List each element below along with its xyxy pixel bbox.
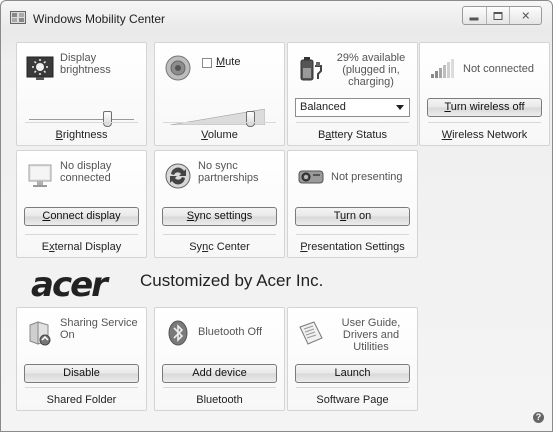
external-display-caption: External Display xyxy=(25,234,138,253)
power-plan-value: Balanced xyxy=(300,101,346,113)
sync-caption-text: c Center xyxy=(208,241,250,253)
customized-by-text: Customized by Acer Inc. xyxy=(140,271,324,290)
presentation-caption: Presentation Settings xyxy=(296,234,409,253)
mobility-center-icon xyxy=(10,11,26,24)
maximize-icon xyxy=(493,11,503,20)
volume-caption-text: olume xyxy=(207,129,238,141)
shared-folder-status: Sharing Service On xyxy=(60,317,138,341)
sync-icon xyxy=(165,163,191,189)
acer-logo: acer xyxy=(31,265,108,305)
minimize-button[interactable] xyxy=(463,7,487,24)
wireless-accel: W xyxy=(441,129,453,141)
sync-settings-button[interactable]: Sync settings xyxy=(162,207,277,226)
brightness-status: Display brightness xyxy=(60,52,111,76)
bluetooth-caption: Bluetooth xyxy=(163,387,276,406)
turn-on-button[interactable]: Turn on xyxy=(295,207,410,226)
projector-icon xyxy=(298,170,324,184)
launch-button[interactable]: Launch xyxy=(295,364,410,383)
tile-battery: 29% available (plugged in, charging) Bal… xyxy=(287,42,418,146)
maximize-button[interactable] xyxy=(487,7,511,24)
monitor-icon xyxy=(28,164,52,187)
bluetooth-icon xyxy=(168,320,188,346)
caption-buttons: ✕ xyxy=(462,6,542,25)
window-title: Windows Mobility Center xyxy=(33,12,166,26)
close-icon: ✕ xyxy=(521,10,531,22)
tile-volume: Mute Volume xyxy=(154,42,285,146)
add-device-button[interactable]: Add device xyxy=(162,364,277,383)
speaker-icon xyxy=(165,55,191,81)
connect-display-button[interactable]: Connect display xyxy=(24,207,139,226)
shared-folder-icon xyxy=(29,321,51,346)
battery-status: 29% available (plugged in, charging) xyxy=(336,52,406,88)
presentation-accel: P xyxy=(300,241,308,253)
wireless-status: Not connected xyxy=(463,63,534,75)
close-button[interactable]: ✕ xyxy=(510,7,541,24)
brightness-icon xyxy=(26,56,54,80)
tile-external-display: No display connected Connect display Ext… xyxy=(16,150,147,258)
brightness-caption-text: rightness xyxy=(62,129,108,141)
signal-bars-icon xyxy=(431,59,454,78)
mute-accel: M xyxy=(216,56,226,68)
tile-brightness: Display brightness Brightness xyxy=(16,42,147,146)
brightness-accel: B xyxy=(55,129,63,141)
battery-caption: Battery Status xyxy=(296,122,409,141)
sync-caption-prefix: Sy xyxy=(189,241,203,253)
bluetooth-status: Bluetooth Off xyxy=(198,326,263,338)
external-display-caption-prefix: E xyxy=(41,241,50,253)
wireless-button-text: urn wireless off xyxy=(450,101,525,113)
power-plan-dropdown[interactable]: Balanced xyxy=(295,98,410,117)
volume-accel: V xyxy=(201,129,208,141)
tile-shared-folder: Sharing Service On Disable Shared Folder xyxy=(16,307,147,411)
tile-bluetooth: Bluetooth Off Add device Bluetooth xyxy=(154,307,285,411)
presentation-caption-text: resentation Settings xyxy=(307,241,405,253)
connect-display-text: onnect display xyxy=(50,210,121,222)
shared-folder-caption: Shared Folder xyxy=(25,387,138,406)
minimize-icon xyxy=(469,17,479,20)
sync-caption: Sync Center xyxy=(163,234,276,253)
external-display-status: No display connected xyxy=(60,160,112,184)
title-bar: Windows Mobility Center ✕ xyxy=(1,1,552,31)
software-page-caption: Software Page xyxy=(296,387,409,406)
battery-icon xyxy=(300,57,322,81)
turn-on-text: rn on xyxy=(346,210,372,222)
tile-software-page: User Guide, Drivers and Utilities Launch… xyxy=(287,307,418,411)
tile-presentation: Not presenting Turn on Presentation Sett… xyxy=(287,150,418,258)
mute-checkbox[interactable] xyxy=(202,58,212,68)
presentation-status: Not presenting xyxy=(331,171,403,183)
mute-label[interactable]: Mute xyxy=(216,56,240,68)
brightness-caption: Brightness xyxy=(25,122,138,141)
tile-sync-center: No sync partnerships Sync settings Sync … xyxy=(154,150,285,258)
disable-button[interactable]: Disable xyxy=(24,364,139,383)
brightness-slider-track[interactable] xyxy=(29,119,134,120)
tile-wireless: Not connected Turn wireless off Wireless… xyxy=(419,42,550,146)
wireless-caption: Wireless Network xyxy=(428,122,541,141)
mobility-center-window: Windows Mobility Center ✕ Display bright… xyxy=(0,0,553,432)
turn-wireless-off-button[interactable]: Turn wireless off xyxy=(427,98,542,117)
software-page-status: User Guide, Drivers and Utilities xyxy=(341,317,401,353)
dropdown-arrow-icon xyxy=(396,105,404,110)
battery-caption-text: ttery Status xyxy=(331,129,388,141)
document-icon xyxy=(299,321,323,345)
wireless-caption-text: ireless Network xyxy=(452,129,528,141)
sync-status: No sync partnerships xyxy=(198,160,259,184)
volume-caption: Volume xyxy=(163,122,276,141)
external-display-caption-text: ternal Display xyxy=(54,241,122,253)
sync-settings-text: ync settings xyxy=(194,210,253,222)
mute-label-text: ute xyxy=(225,56,241,68)
help-icon[interactable]: ? xyxy=(533,412,544,423)
